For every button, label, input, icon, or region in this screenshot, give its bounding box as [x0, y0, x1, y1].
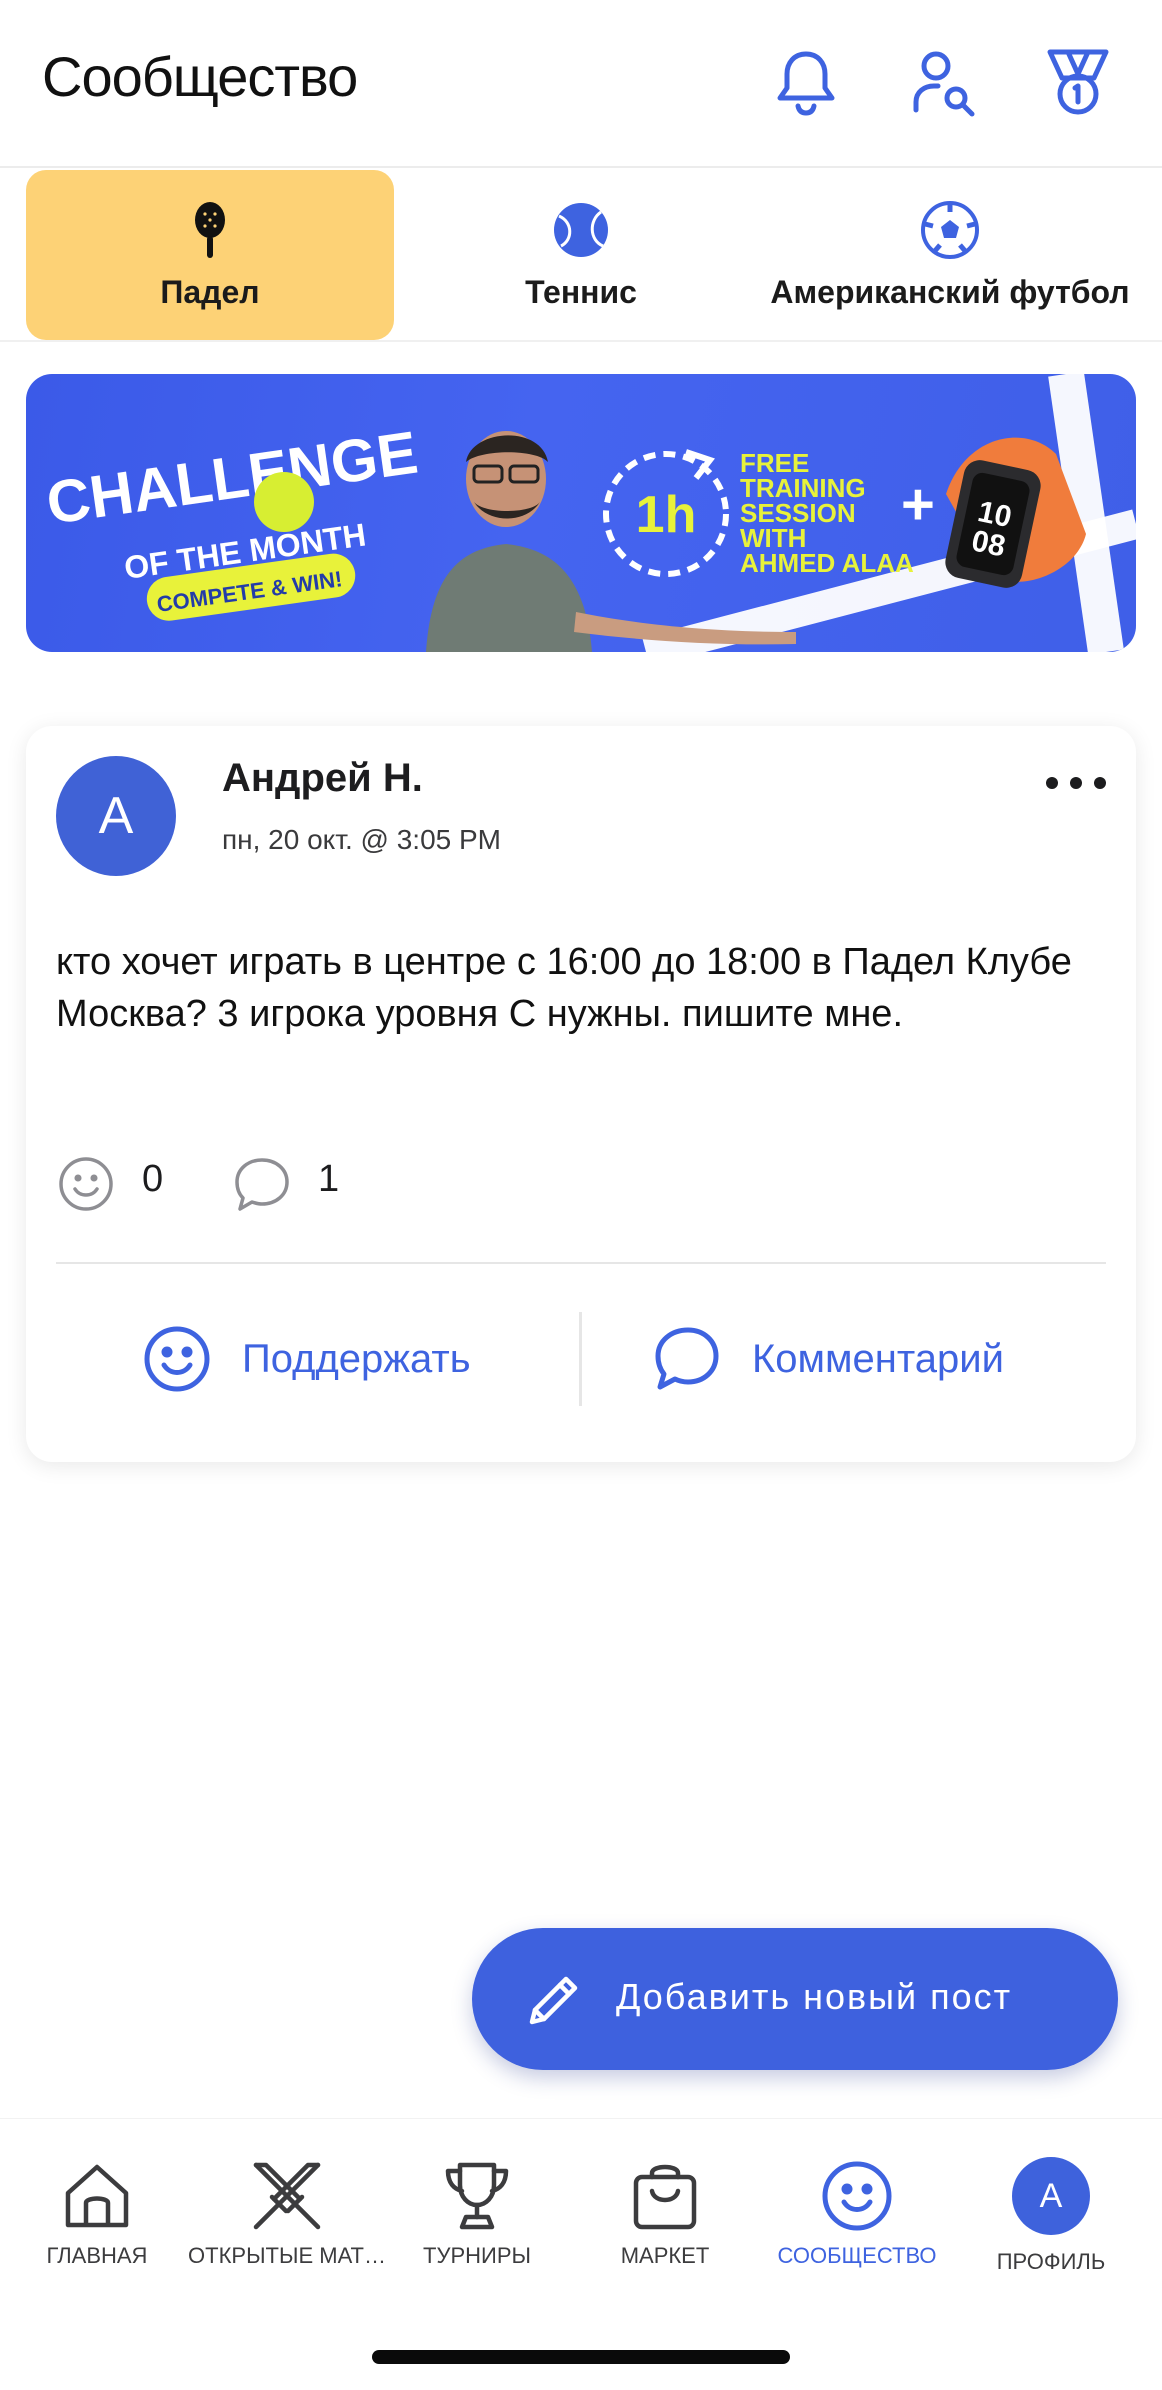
- app-header: Сообщество: [0, 0, 1162, 168]
- comments-bubble-icon: [235, 1158, 289, 1211]
- tab-tennis[interactable]: Теннис: [400, 170, 762, 340]
- sport-tabs: Падел Теннис Американский футбол: [0, 170, 1162, 342]
- support-label: Поддержать: [242, 1336, 471, 1381]
- card-divider: [56, 1262, 1106, 1264]
- nav-open-matches-label: ОТКРЫТЫЕ МАТ…: [188, 2243, 386, 2268]
- home-indicator: [372, 2350, 790, 2364]
- community-screen: Сообщество Падел Теннис Американский фут…: [0, 0, 1162, 2390]
- tennis-ball-icon: [554, 202, 608, 257]
- banner-challenge-text: CHALLENGE: [42, 419, 421, 537]
- comments-count: 1: [318, 1158, 340, 1200]
- comment-button[interactable]: Комментарий: [652, 1314, 1004, 1404]
- page-title: Сообщество: [42, 45, 358, 108]
- comment-label: Комментарий: [752, 1336, 1004, 1381]
- author-avatar[interactable]: A: [56, 756, 176, 876]
- watch-minutes: 08: [969, 524, 1009, 563]
- nav-community-label: СООБЩЕСТВО: [777, 2243, 937, 2268]
- tab-padel[interactable]: Падел: [26, 170, 394, 340]
- banner-offer-line-5: AHMED ALAA: [740, 548, 914, 578]
- home-icon: [65, 2164, 129, 2228]
- pencil-icon: [529, 1976, 578, 2025]
- nav-tournaments[interactable]: ТУРНИРЫ: [380, 2157, 574, 2297]
- comment-bubble-icon: [655, 1327, 719, 1390]
- nav-home[interactable]: ГЛАВНАЯ: [0, 2157, 194, 2297]
- crossed-swords-icon: [253, 2162, 321, 2230]
- nav-tournaments-label: ТУРНИРЫ: [423, 2243, 531, 2268]
- nav-community[interactable]: СООБЩЕСТВО: [760, 2157, 954, 2297]
- banner-duration: 1h: [636, 486, 697, 544]
- more-options-icon[interactable]: [1046, 768, 1106, 798]
- tab-padel-label: Падел: [160, 273, 260, 310]
- reactions-smiley-icon: [59, 1157, 113, 1211]
- nav-home-label: ГЛАВНАЯ: [46, 2243, 148, 2268]
- post-stats: 0 1: [56, 1148, 1096, 1218]
- post-author[interactable]: Андрей Н.: [222, 756, 423, 801]
- post-text: кто хочет играть в центре с 16:00 до 18:…: [56, 941, 1072, 1035]
- nav-market-label: МАРКЕТ: [620, 2243, 710, 2268]
- add-post-button[interactable]: Добавить новый пост: [472, 1928, 1118, 2070]
- post-timestamp: пн, 20 окт. @ 3:05 PM: [222, 824, 502, 855]
- profile-avatar: A: [1012, 2157, 1090, 2235]
- nav-open-matches[interactable]: ОТКРЫТЫЕ МАТ…: [188, 2157, 386, 2297]
- tab-american-football-label: Американский футбол: [770, 273, 1130, 310]
- nav-profile-label: ПРОФИЛЬ: [996, 2249, 1106, 2274]
- padel-racket-icon: [195, 201, 225, 258]
- find-players-icon[interactable]: [906, 44, 982, 120]
- banner-plus: +: [901, 472, 935, 537]
- smiley-icon: [822, 2161, 892, 2231]
- nav-profile[interactable]: A ПРОФИЛЬ: [954, 2157, 1148, 2297]
- reactions-count: 0: [142, 1158, 164, 1200]
- challenge-banner[interactable]: CHALLENGE OF THE MONTH COMPETE & WIN! 1h: [26, 374, 1136, 652]
- post-card: A Андрей Н. пн, 20 окт. @ 3:05 PM кто хо…: [26, 726, 1136, 1462]
- support-button[interactable]: Поддержать: [142, 1314, 471, 1404]
- add-post-label: Добавить новый пост: [616, 1976, 1013, 2017]
- support-smiley-icon: [144, 1326, 210, 1392]
- nav-market[interactable]: МАРКЕТ: [568, 2157, 762, 2297]
- notifications-bell-icon[interactable]: [768, 44, 844, 120]
- tab-american-football[interactable]: Американский футбол: [760, 170, 1140, 340]
- action-separator: [579, 1312, 582, 1406]
- tab-tennis-label: Теннис: [525, 273, 637, 310]
- soccer-ball-icon: [921, 200, 979, 259]
- medal-icon[interactable]: [1040, 44, 1116, 120]
- shopping-bag-icon: [633, 2164, 697, 2230]
- trophy-icon: [445, 2162, 509, 2230]
